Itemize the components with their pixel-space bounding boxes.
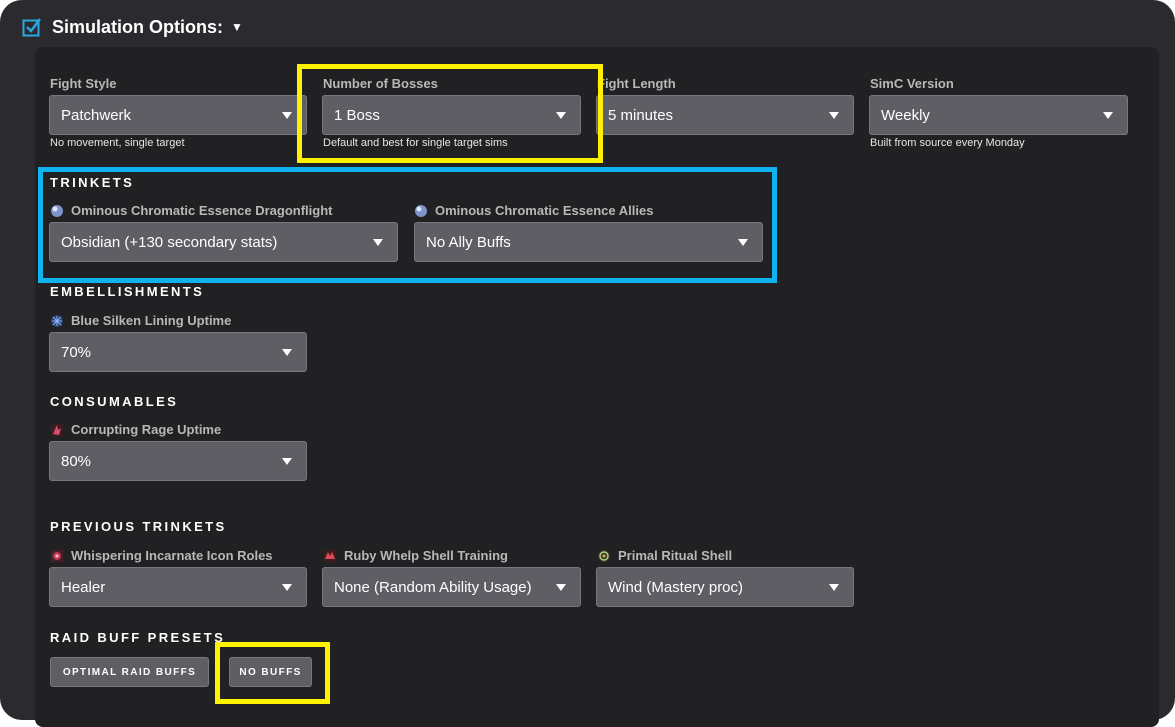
silk-icon bbox=[50, 314, 64, 328]
fight-style-value: Patchwerk bbox=[61, 106, 132, 124]
simulation-options-card: Simulation Options: ▼ Fight Style Patchw… bbox=[0, 0, 1175, 727]
whelp-icon bbox=[323, 549, 337, 563]
fight-style-label: Fight Style bbox=[50, 76, 117, 91]
silken-lining-select[interactable]: 70% bbox=[49, 332, 307, 372]
ruby-whelp-value: None (Random Ability Usage) bbox=[334, 578, 532, 596]
silken-lining-value: 70% bbox=[61, 343, 92, 361]
whispering-icon bbox=[50, 549, 64, 563]
dropdown-caret-icon bbox=[829, 584, 839, 591]
corrupting-rage-select[interactable]: 80% bbox=[49, 441, 307, 481]
whispering-value: Healer bbox=[61, 578, 106, 596]
ritual-shell-icon bbox=[597, 549, 611, 563]
whispering-select[interactable]: Healer bbox=[49, 567, 307, 607]
primal-ritual-value: Wind (Mastery proc) bbox=[608, 578, 744, 596]
dropdown-caret-icon bbox=[282, 584, 292, 591]
highlight-box-bosses bbox=[297, 64, 603, 163]
simc-version-helper: Built from source every Monday bbox=[870, 137, 1025, 149]
corrupting-rage-label-row: Corrupting Rage Uptime bbox=[50, 421, 221, 439]
simc-version-value: Weekly bbox=[881, 106, 930, 124]
highlight-box-trinkets bbox=[38, 167, 777, 283]
simc-version-label: SimC Version bbox=[870, 76, 954, 91]
fight-length-select[interactable]: 5 minutes bbox=[596, 95, 854, 135]
primal-ritual-label-row: Primal Ritual Shell bbox=[597, 547, 732, 565]
dropdown-caret-icon bbox=[282, 349, 292, 356]
dropdown-caret-icon bbox=[1103, 112, 1113, 119]
primal-ritual-label: Primal Ritual Shell bbox=[618, 548, 733, 563]
dropdown-caret-icon bbox=[556, 584, 566, 591]
section-title: Simulation Options: bbox=[52, 16, 223, 37]
previous-trinkets-heading: PREVIOUS TRINKETS bbox=[50, 519, 227, 534]
dropdown-caret-icon bbox=[282, 458, 292, 465]
raid-buff-presets-heading: RAID BUFF PRESETS bbox=[50, 630, 226, 645]
collapse-caret-icon[interactable]: ▼ bbox=[231, 20, 243, 34]
dropdown-caret-icon bbox=[282, 112, 292, 119]
fight-length-label: Fight Length bbox=[597, 76, 676, 91]
corrupting-rage-value: 80% bbox=[61, 452, 92, 470]
silken-lining-label: Blue Silken Lining Uptime bbox=[71, 313, 232, 328]
whispering-label: Whispering Incarnate Icon Roles bbox=[71, 548, 273, 563]
ruby-whelp-label: Ruby Whelp Shell Training bbox=[344, 548, 508, 563]
simc-version-select[interactable]: Weekly bbox=[869, 95, 1128, 135]
embellishments-heading: EMBELLISHMENTS bbox=[50, 284, 205, 299]
whispering-label-row: Whispering Incarnate Icon Roles bbox=[50, 547, 273, 565]
simc-version-label-row: SimC Version bbox=[870, 75, 954, 93]
fight-length-label-row: Fight Length bbox=[597, 75, 676, 93]
simulation-options-header[interactable]: Simulation Options: ▼ bbox=[22, 14, 243, 40]
dropdown-caret-icon bbox=[829, 112, 839, 119]
consumables-heading: CONSUMABLES bbox=[50, 394, 179, 409]
fight-style-select[interactable]: Patchwerk bbox=[49, 95, 307, 135]
fight-style-helper: No movement, single target bbox=[50, 137, 185, 149]
primal-ritual-select[interactable]: Wind (Mastery proc) bbox=[596, 567, 854, 607]
silken-lining-label-row: Blue Silken Lining Uptime bbox=[50, 312, 231, 330]
fight-length-value: 5 minutes bbox=[608, 106, 674, 124]
fight-style-label-row: Fight Style bbox=[50, 75, 116, 93]
rage-icon bbox=[50, 423, 64, 437]
optimal-raid-buffs-button[interactable]: OPTIMAL RAID BUFFS bbox=[50, 657, 209, 687]
ruby-whelp-label-row: Ruby Whelp Shell Training bbox=[323, 547, 508, 565]
ruby-whelp-select[interactable]: None (Random Ability Usage) bbox=[322, 567, 581, 607]
highlight-box-no-buffs bbox=[215, 642, 330, 704]
checkbox-icon[interactable] bbox=[22, 17, 42, 37]
corrupting-rage-label: Corrupting Rage Uptime bbox=[71, 422, 222, 437]
